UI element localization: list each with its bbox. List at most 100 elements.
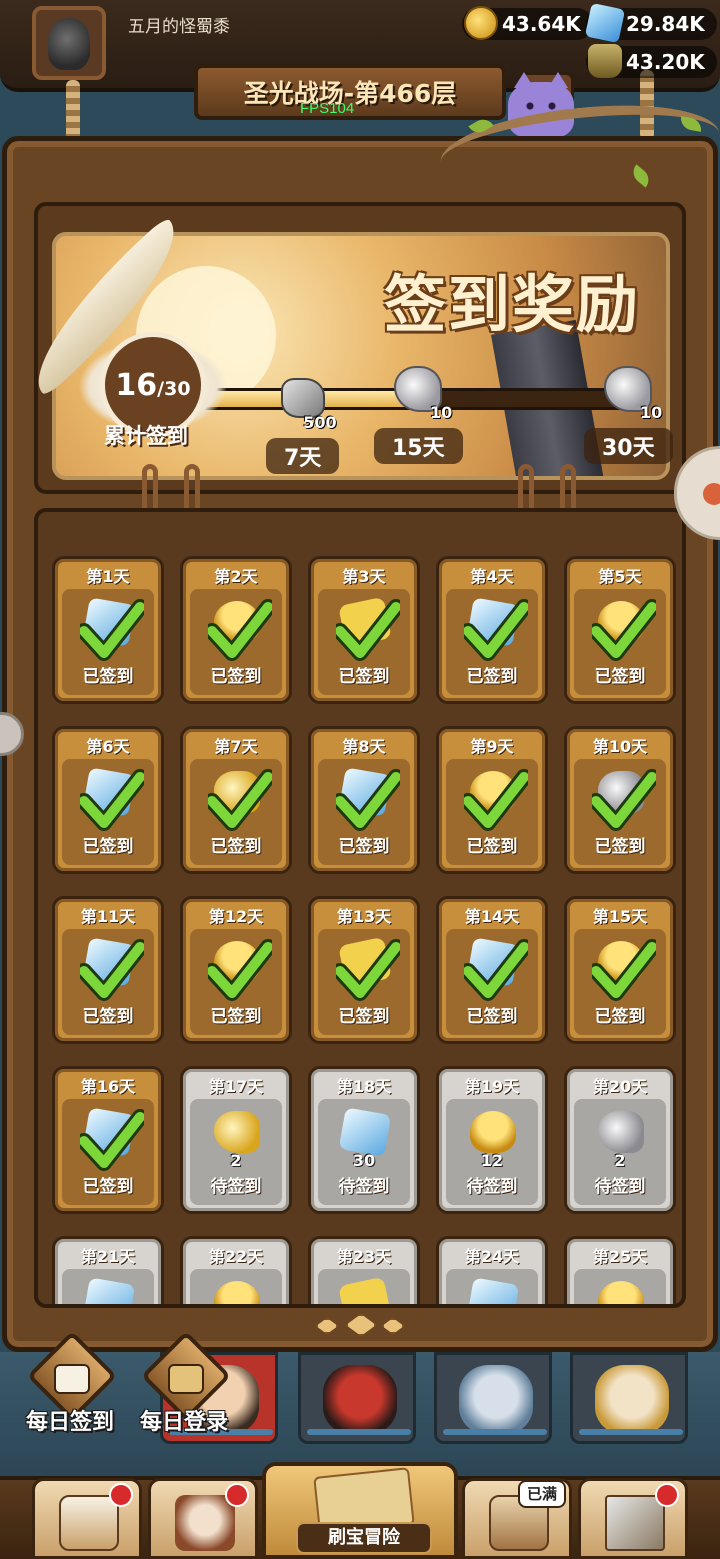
day-reward-slot: 12 待签到 (446, 1099, 538, 1205)
day-reward-qty: 12 (480, 1151, 504, 1170)
stone-icon (280, 378, 325, 418)
day-reward-slot: 已签到 (446, 589, 538, 695)
milestone-reward-30[interactable]: 10 30天 (584, 362, 673, 464)
day-title: 第15天 (592, 907, 648, 926)
day-card-7[interactable]: 第7天 已签到 (180, 726, 292, 874)
milestone-qty: 10 (640, 403, 663, 422)
day-card-16[interactable]: 第16天 已签到 (52, 1066, 164, 1214)
shop-icon (59, 1495, 119, 1551)
milestone-qty: 10 (430, 403, 453, 422)
day-reward-slot: 已签到 (318, 929, 410, 1035)
gold-coin-icon (464, 6, 498, 40)
day-title: 第16天 (80, 1077, 136, 1096)
milestone-days: 30天 (584, 428, 673, 464)
day-card-5[interactable]: 第5天 已签到 (564, 556, 676, 704)
day-card-10[interactable]: 第10天 已签到 (564, 726, 676, 874)
day-reward-slot (318, 1269, 410, 1304)
day-status: 已签到 (466, 667, 518, 687)
day-card-13[interactable]: 第13天 已签到 (308, 896, 420, 1044)
cumulative-total: 30 (164, 378, 191, 400)
chevron-left-icon (316, 1318, 338, 1334)
day-reward-qty: 2 (230, 1151, 242, 1170)
day-card-6[interactable]: 第6天已签到 (52, 726, 164, 874)
milestone-days: 15天 (374, 428, 463, 464)
day-reward-slot: 已签到 (190, 929, 282, 1035)
day-card-4[interactable]: 第4天 已签到 (436, 556, 548, 704)
milestone-qty: 500 (303, 413, 337, 432)
day-title: 第6天 (86, 737, 130, 756)
day-status: 已签到 (338, 667, 390, 687)
day-title: 第18天 (336, 1077, 392, 1096)
checkmark-icon (464, 939, 528, 1001)
expand-chevrons[interactable] (316, 1312, 406, 1342)
day-card-18[interactable]: 第18天 30 待签到 (308, 1066, 420, 1214)
day-title: 第25天 (592, 1247, 648, 1266)
day-card-9[interactable]: 第9天 已签到 (436, 726, 548, 874)
silver-horn-icon (598, 1111, 644, 1153)
nav-shop[interactable] (32, 1478, 142, 1559)
hero-card[interactable] (570, 1352, 688, 1444)
day-title: 第22天 (208, 1247, 264, 1266)
day-reward-slot (574, 1269, 666, 1304)
day-card-8[interactable]: 第8天 已签到 (308, 726, 420, 874)
day-reward-slot: 已签到 (318, 759, 410, 865)
day-card-23[interactable]: 第23天 (308, 1236, 420, 1304)
day-card-24[interactable]: 第24天 (436, 1236, 548, 1304)
day-reward-slot: 已签到 (446, 929, 538, 1035)
cumulative-label: 累计签到 (104, 424, 188, 448)
crystal-icon (466, 1277, 520, 1304)
day-card-15[interactable]: 第15天 已签到 (564, 896, 676, 1044)
player-name: 五月的怪蜀黍 (128, 17, 230, 37)
day-status: 已签到 (82, 837, 134, 857)
day-card-20[interactable]: 第20天 2 待签到 (564, 1066, 676, 1214)
gift-icon (168, 1364, 204, 1394)
checkmark-icon (336, 939, 400, 1001)
nav-heroes[interactable] (148, 1478, 258, 1559)
day-reward-slot: 已签到 (190, 589, 282, 695)
nav-forge[interactable] (578, 1478, 688, 1559)
day-reward-slot: 已签到 (62, 759, 154, 865)
day-card-22[interactable]: 第22天 (180, 1236, 292, 1304)
player-avatar[interactable] (32, 6, 106, 80)
day-title: 第23天 (336, 1247, 392, 1266)
day-status: 待签到 (338, 1177, 390, 1197)
day-reward-slot: 已签到 (446, 759, 538, 865)
day-reward-slot: 已签到 (574, 759, 666, 865)
day-card-2[interactable]: 第2天已签到 (180, 556, 292, 704)
day-status: 已签到 (210, 667, 262, 687)
day-card-21[interactable]: 第21天 (52, 1236, 164, 1304)
hero-card[interactable] (434, 1352, 552, 1444)
day-card-17[interactable]: 第17天 2 待签到 (180, 1066, 292, 1214)
treasure-adventure-label: 刷宝冒险 (296, 1522, 432, 1554)
day-reward-slot: 已签到 (574, 589, 666, 695)
day-card-19[interactable]: 第19天 12 待签到 (436, 1066, 548, 1214)
day-card-1[interactable]: 第1天 已签到 (52, 556, 164, 704)
day-status: 已签到 (594, 837, 646, 857)
daily-login-button[interactable]: 每日登录 (132, 1330, 236, 1440)
day-status: 已签到 (466, 837, 518, 857)
gem-amount: 29.84K (626, 12, 705, 36)
day-card-11[interactable]: 第11天 已签到 (52, 896, 164, 1044)
day-card-3[interactable]: 第3天 已签到 (308, 556, 420, 704)
day-card-14[interactable]: 第14天 已签到 (436, 896, 548, 1044)
day-title: 第2天 (214, 567, 258, 586)
milestone-reward-15[interactable]: 10 15天 (374, 362, 463, 464)
hero-card[interactable] (298, 1352, 416, 1444)
daily-reward-grid-panel[interactable]: 第1天 已签到 第2天 已签到 第3天 已签到 第4天 已签到 第5天 已签到 第6天 已签到 第7天已… (34, 508, 686, 1308)
day-status: 待签到 (594, 1177, 646, 1197)
day-reward-slot: 已签到 (62, 589, 154, 695)
milestone-reward-7[interactable]: 500 7天 (266, 372, 340, 474)
day-card-12[interactable]: 第12天 已签到 (180, 896, 292, 1044)
checkmark-icon (336, 599, 400, 661)
puzzle-icon (338, 1276, 392, 1304)
cumulative-current: 16 (115, 367, 158, 403)
day-reward-slot: 2 待签到 (574, 1099, 666, 1205)
day-status: 已签到 (338, 837, 390, 857)
gem-resource[interactable]: 29.84K (584, 2, 717, 44)
gold-resource[interactable]: 43.64K (462, 6, 593, 40)
day-card-25[interactable]: 第25天 (564, 1236, 676, 1304)
nav-treasure-adventure[interactable]: 刷宝冒险 (262, 1462, 458, 1559)
daily-signin-button[interactable]: 每日签到 (18, 1330, 122, 1440)
potion-resource[interactable]: 43.20K (586, 44, 717, 78)
checkmark-icon (464, 769, 528, 831)
